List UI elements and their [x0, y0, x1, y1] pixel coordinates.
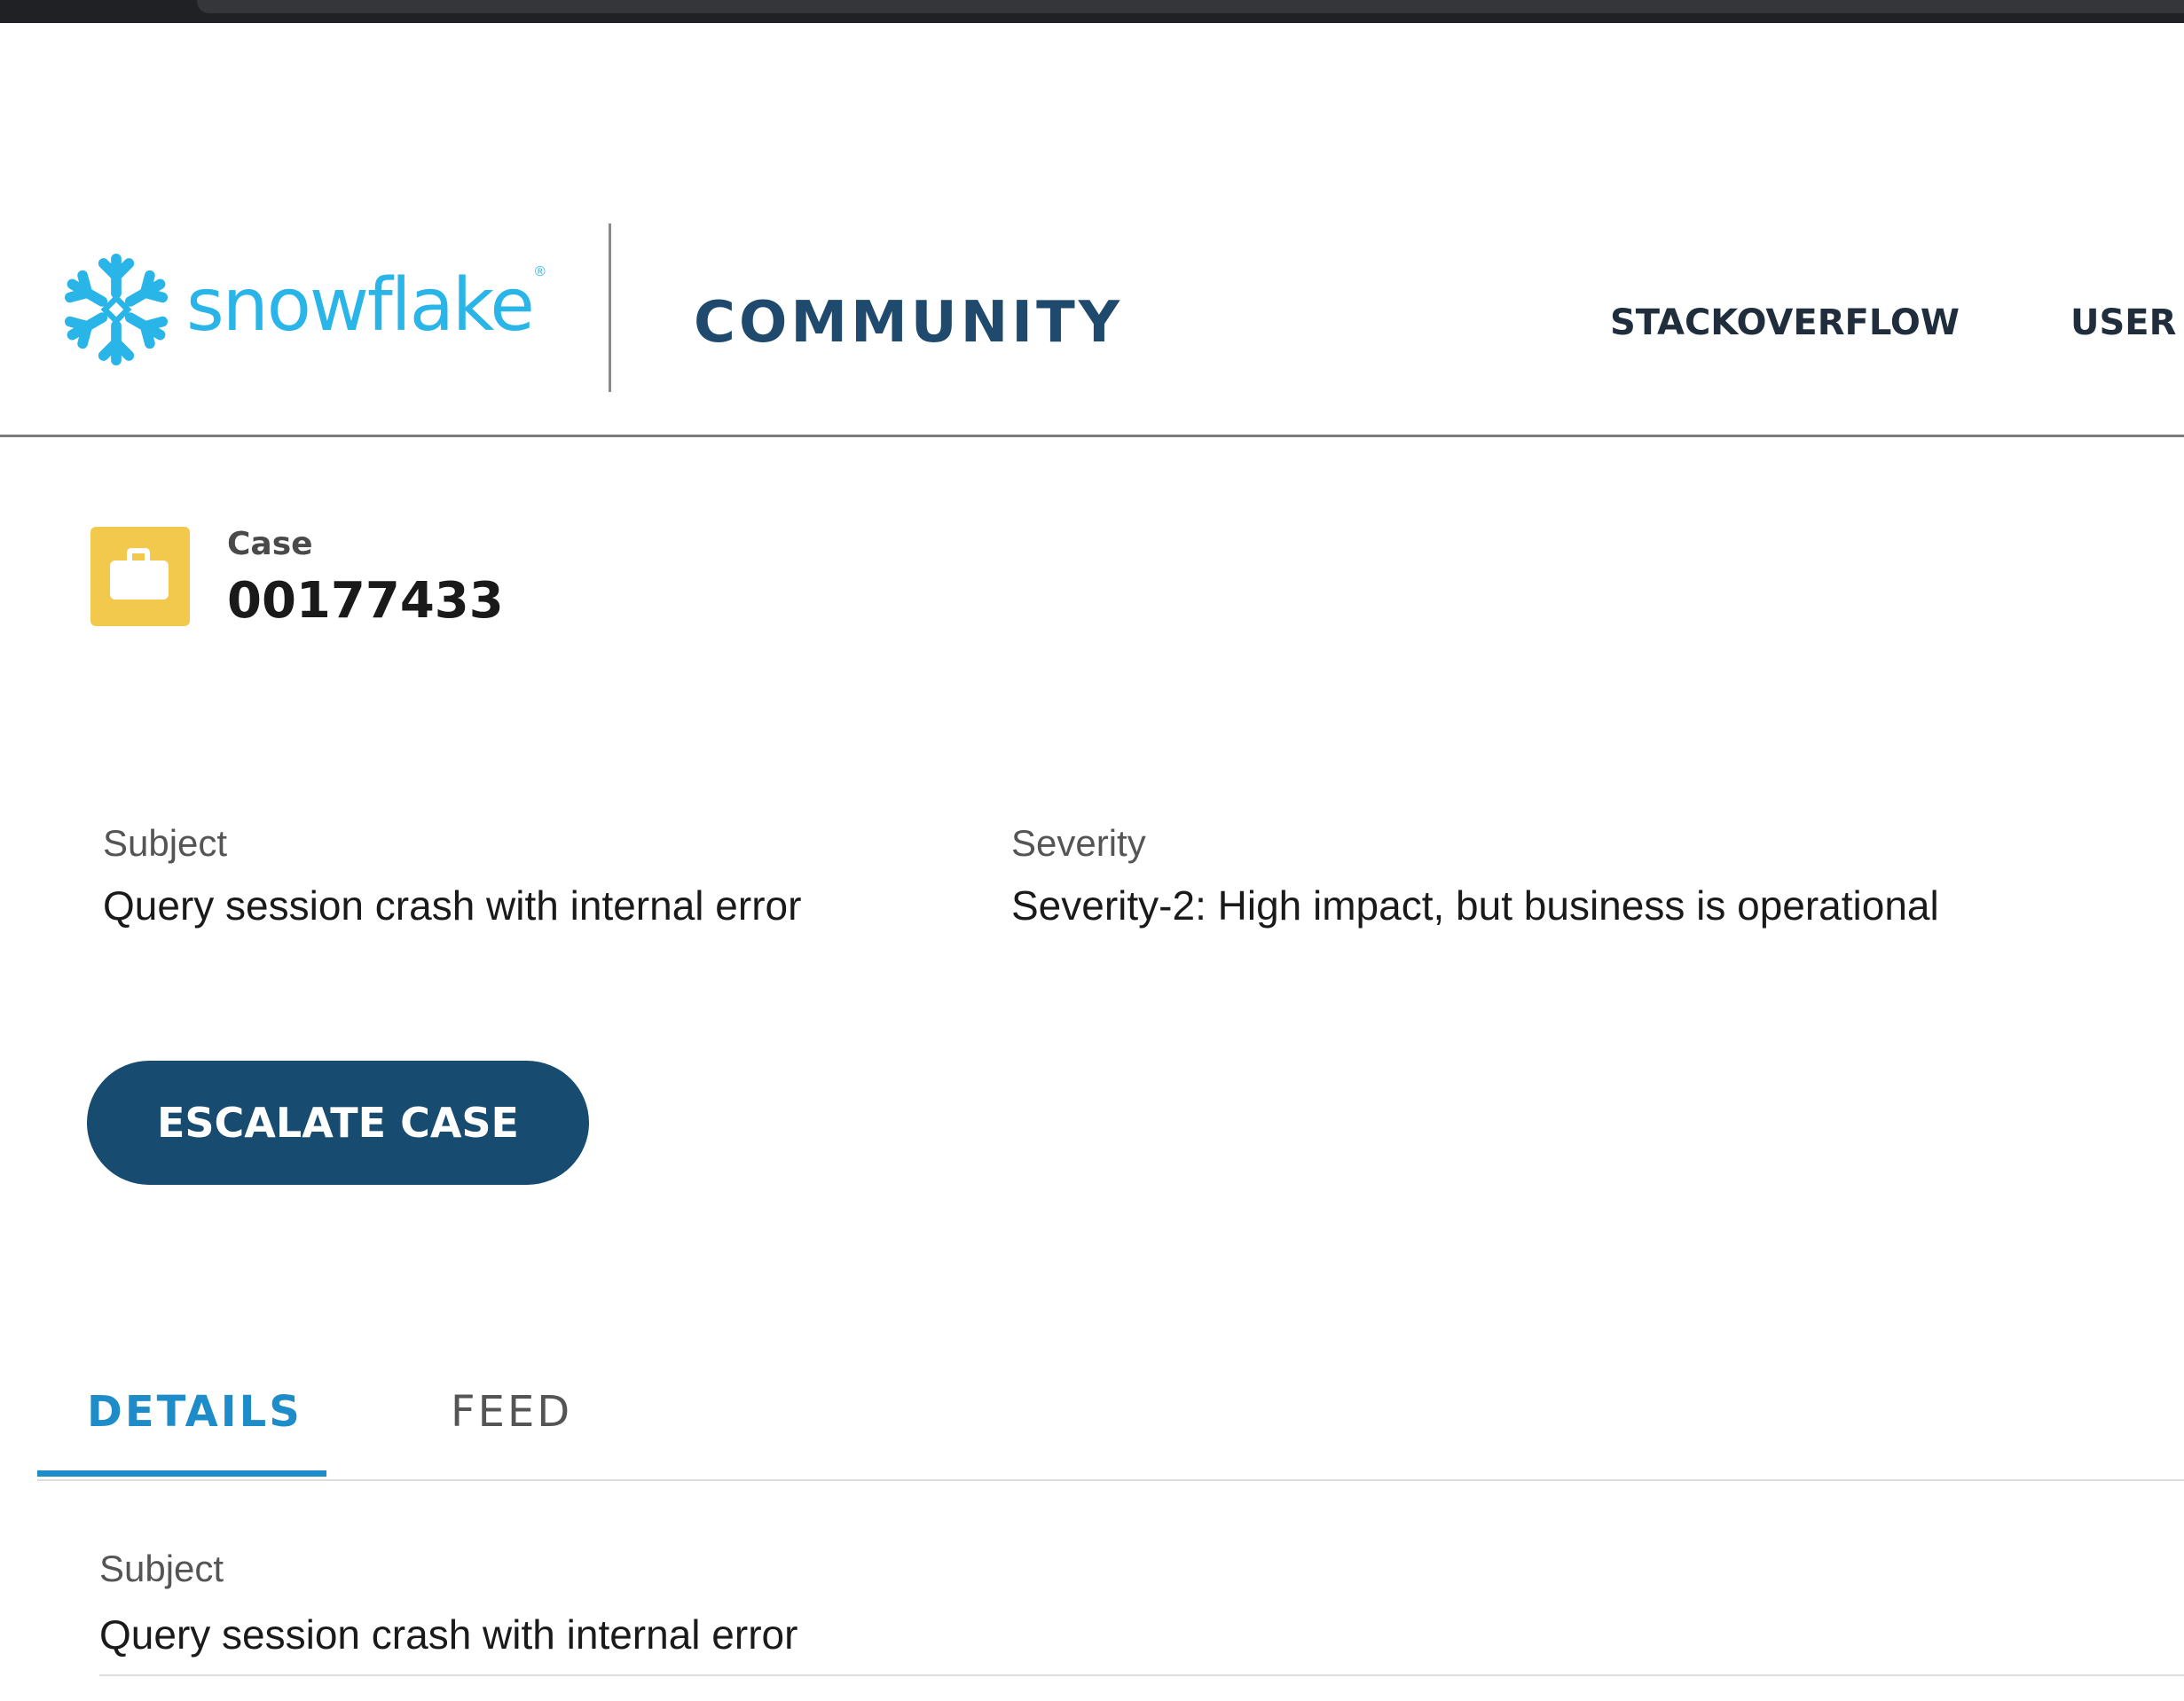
- tab-details[interactable]: DETAILS: [87, 1391, 302, 1433]
- briefcase-icon: [90, 527, 190, 626]
- site-header: snowflake ® COMMUNITY STACKOVERFLOW USER: [0, 23, 2184, 437]
- address-bar[interactable]: [197, 0, 2184, 13]
- active-tab-indicator: [37, 1470, 326, 1477]
- detail-subject-label: Subject: [99, 1548, 224, 1589]
- logo-wordmark: snowflake: [186, 263, 535, 348]
- header-divider: [609, 223, 611, 392]
- subject-label: Subject: [103, 822, 228, 864]
- nav-link-stackoverflow[interactable]: STACKOVERFLOW: [1610, 305, 1960, 341]
- severity-label: Severity: [1011, 822, 1146, 864]
- escalate-case-button[interactable]: ESCALATE CASE: [87, 1061, 589, 1185]
- detail-subject-value: Query session crash with internal error: [99, 1611, 798, 1658]
- nav-link-user[interactable]: USER: [2070, 305, 2176, 341]
- briefcase-body: [110, 560, 169, 600]
- browser-toolbar: [0, 0, 2184, 23]
- tab-feed[interactable]: FEED: [451, 1391, 572, 1433]
- subject-value: Query session crash with internal error: [103, 882, 802, 929]
- severity-value: Severity-2: High impact, but business is…: [1011, 882, 1939, 929]
- registered-mark: ®: [534, 264, 546, 279]
- snowflake-icon: [64, 253, 169, 366]
- snowflake-logo[interactable]: snowflake ®: [59, 252, 546, 367]
- case-number: 00177433: [227, 572, 504, 630]
- field-divider: [99, 1674, 2184, 1676]
- record-tabs: DETAILS FEED: [37, 1366, 2184, 1481]
- community-title[interactable]: COMMUNITY: [694, 294, 1123, 351]
- record-type-label: Case: [227, 526, 313, 562]
